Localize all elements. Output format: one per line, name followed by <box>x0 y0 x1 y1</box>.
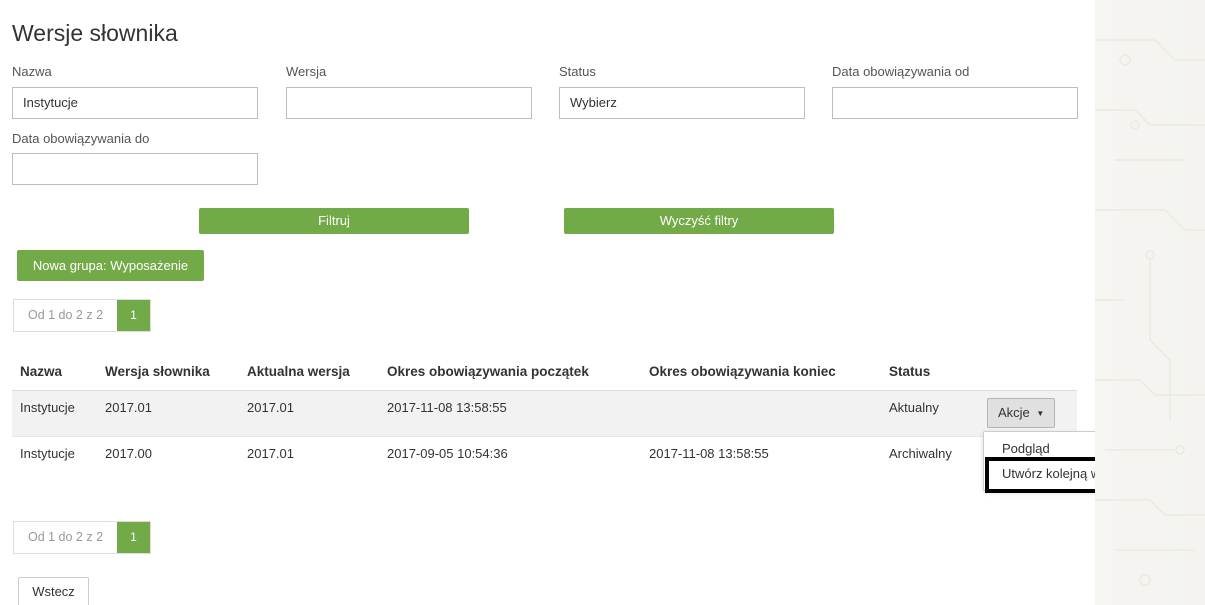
cell-okres-poczatek: 2017-11-08 13:58:55 <box>387 400 507 415</box>
new-group-button[interactable]: Nowa grupa: Wyposażenie <box>17 250 204 281</box>
pagination-info: Od 1 do 2 z 2 <box>14 522 117 553</box>
col-wersja-slownika-header: Wersja słownika <box>105 364 210 379</box>
pagination-top: Od 1 do 2 z 2 1 <box>13 299 151 332</box>
main-panel: Wersje słownika Nazwa Instytucje Wersja … <box>0 0 1169 605</box>
page-title: Wersje słownika <box>12 20 178 46</box>
cell-nazwa: Instytucje <box>20 400 75 415</box>
col-okres-poczatek-header: Okres obowiązywania początek <box>387 364 589 379</box>
clear-filters-button[interactable]: Wyczyść filtry <box>564 208 834 234</box>
data-do-label: Data obowiązywania do <box>12 131 150 146</box>
status-label: Status <box>559 64 596 79</box>
akcje-label: Akcje <box>998 405 1030 420</box>
back-button[interactable]: Wstecz <box>18 577 89 605</box>
col-status-header: Status <box>889 364 931 379</box>
wersja-label: Wersja <box>286 64 327 79</box>
menu-item-podglad[interactable]: Podgląd <box>1002 441 1050 456</box>
cell-status: Archiwalny <box>889 446 952 461</box>
data-od-input[interactable] <box>832 87 1078 119</box>
wersja-input[interactable] <box>286 87 532 119</box>
table-row: Instytucje 2017.01 2017.01 2017-11-08 13… <box>12 390 1077 436</box>
cell-status: Aktualny <box>889 400 939 415</box>
data-od-label: Data obowiązywania od <box>832 64 970 79</box>
pagination-info: Od 1 do 2 z 2 <box>14 300 117 331</box>
status-select[interactable]: Wybierz <box>559 87 805 119</box>
circuit-pattern-icon <box>1095 39 1205 586</box>
cell-aktualna-wersja: 2017.01 <box>247 446 294 461</box>
col-nazwa-header: Nazwa <box>20 364 63 379</box>
caret-down-icon: ▼ <box>1036 408 1045 418</box>
cell-okres-poczatek: 2017-09-05 10:54:36 <box>387 446 508 461</box>
cell-okres-koniec: 2017-11-08 13:58:55 <box>649 446 769 461</box>
cell-aktualna-wersja: 2017.01 <box>247 400 294 415</box>
col-okres-koniec-header: Okres obowiązywania koniec <box>649 364 836 379</box>
nazwa-label: Nazwa <box>12 64 52 79</box>
cell-nazwa: Instytucje <box>20 446 75 461</box>
decorative-background <box>1095 0 1205 605</box>
page-1-button[interactable]: 1 <box>117 300 150 331</box>
akcje-dropdown-button[interactable]: Akcje ▼ <box>987 398 1055 428</box>
cell-wersja-slownika: 2017.00 <box>105 446 152 461</box>
cell-wersja-slownika: 2017.01 <box>105 400 152 415</box>
pagination-bottom: Od 1 do 2 z 2 1 <box>13 521 151 554</box>
filter-button[interactable]: Filtruj <box>199 208 469 234</box>
col-aktualna-wersja-header: Aktualna wersja <box>247 364 350 379</box>
table-row: Instytucje 2017.00 2017.01 2017-09-05 10… <box>12 436 1077 482</box>
page-1-button[interactable]: 1 <box>117 522 150 553</box>
nazwa-input[interactable]: Instytucje <box>12 87 258 119</box>
data-do-input[interactable] <box>12 153 258 185</box>
